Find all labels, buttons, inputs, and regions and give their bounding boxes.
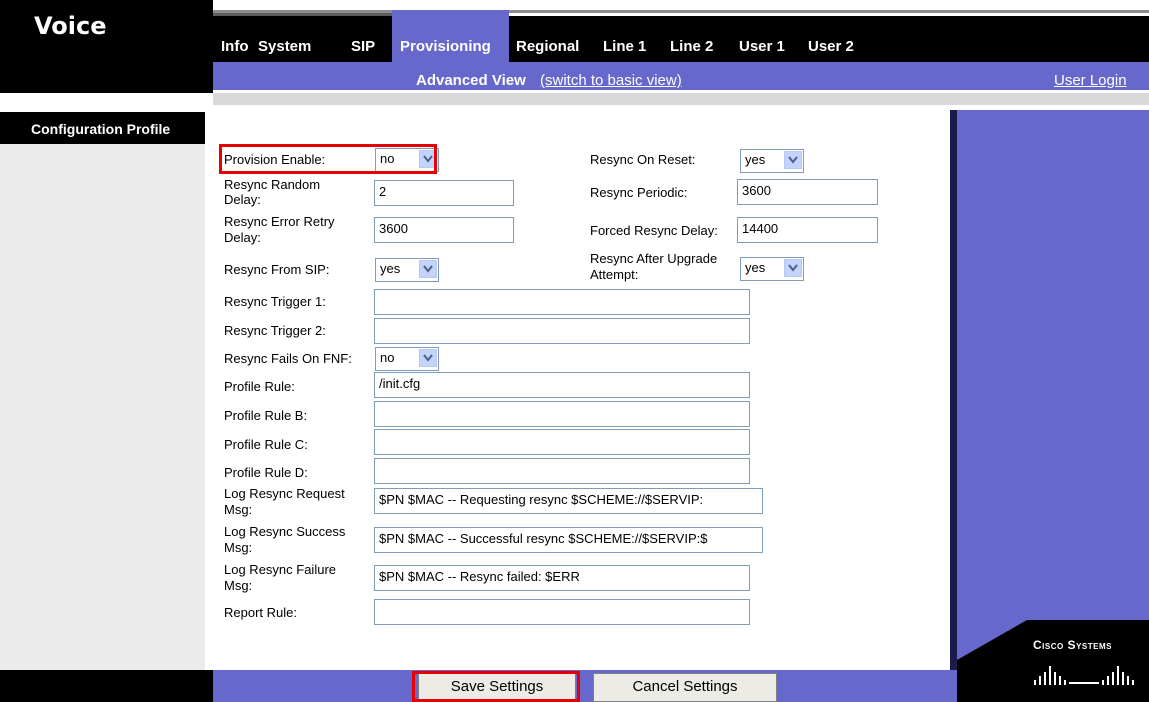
- tab-provisioning[interactable]: Provisioning: [400, 38, 491, 55]
- section-title: Configuration Profile: [31, 121, 171, 137]
- cisco-bridge-icon: [1034, 666, 1134, 685]
- right-panel-border: [950, 110, 957, 670]
- profile-rule-b-label: Profile Rule B:: [224, 408, 308, 423]
- left-sidebar: [0, 144, 205, 670]
- resync-after-upgrade-label-2: Attempt:: [590, 267, 639, 282]
- user-login-link[interactable]: User Login: [1054, 72, 1127, 89]
- chevron-down-icon: [784, 151, 802, 169]
- tab-system[interactable]: System: [258, 38, 311, 55]
- profile-rule-label: Profile Rule:: [224, 379, 295, 394]
- resync-random-delay-label-2: Delay:: [224, 192, 261, 207]
- log-resync-success-label-2: Msg:: [224, 540, 253, 555]
- resync-error-retry-delay-input[interactable]: 3600: [374, 217, 514, 243]
- resync-after-upgrade-value: yes: [745, 260, 766, 275]
- chevron-down-icon: [419, 349, 437, 367]
- switch-view-link[interactable]: (switch to basic view): [540, 72, 682, 89]
- log-resync-failure-label-1: Log Resync Failure: [224, 562, 336, 577]
- resync-periodic-input[interactable]: 3600: [737, 179, 878, 205]
- report-rule-input[interactable]: [374, 599, 750, 625]
- resync-error-retry-delay-label-2: Delay:: [224, 230, 261, 245]
- header-left-block: [0, 0, 213, 93]
- chevron-down-icon: [784, 259, 802, 277]
- app-title: Voice: [34, 12, 107, 40]
- resync-fails-on-fnf-label: Resync Fails On FNF:: [224, 351, 352, 366]
- log-resync-request-label-2: Msg:: [224, 502, 253, 517]
- forced-resync-delay-input[interactable]: 14400: [737, 217, 878, 243]
- resync-fails-on-fnf-select[interactable]: no: [375, 347, 439, 371]
- right-panel: [957, 110, 1149, 670]
- footer-bar: [213, 670, 957, 702]
- log-resync-request-label-1: Log Resync Request: [224, 486, 345, 501]
- report-rule-label: Report Rule:: [224, 605, 297, 620]
- tab-line-1[interactable]: Line 1: [603, 38, 646, 55]
- resync-on-reset-select[interactable]: yes: [740, 149, 804, 173]
- resync-trigger-1-label: Resync Trigger 1:: [224, 294, 326, 309]
- profile-rule-c-label: Profile Rule C:: [224, 437, 308, 452]
- tab-sip[interactable]: SIP: [351, 38, 375, 55]
- resync-after-upgrade-label-1: Resync After Upgrade: [590, 251, 718, 266]
- tab-user-1[interactable]: User 1: [739, 38, 785, 55]
- provision-enable-highlight: [219, 144, 437, 174]
- resync-from-sip-label: Resync From SIP:: [224, 262, 330, 277]
- tab-line-2[interactable]: Line 2: [670, 38, 713, 55]
- profile-rule-d-input[interactable]: [374, 458, 750, 484]
- logo-wedge: [957, 620, 1027, 660]
- header-divider-left: [0, 93, 213, 105]
- resync-periodic-label: Resync Periodic:: [590, 185, 688, 200]
- log-resync-failure-label-2: Msg:: [224, 578, 253, 593]
- log-resync-failure-input[interactable]: $PN $MAC -- Resync failed: $ERR: [374, 565, 750, 591]
- cisco-logo-text: Cisco Systems: [1033, 638, 1112, 652]
- tab-regional[interactable]: Regional: [516, 38, 579, 55]
- profile-rule-b-input[interactable]: [374, 401, 750, 427]
- profile-rule-d-label: Profile Rule D:: [224, 465, 308, 480]
- resync-after-upgrade-select[interactable]: yes: [740, 257, 804, 281]
- footer-left-block: [0, 670, 213, 702]
- resync-on-reset-label: Resync On Reset:: [590, 152, 696, 167]
- profile-rule-input[interactable]: /init.cfg: [374, 372, 750, 398]
- tab-user-2[interactable]: User 2: [808, 38, 854, 55]
- save-settings-highlight: [412, 671, 580, 702]
- tab-info[interactable]: Info: [221, 38, 249, 55]
- chevron-down-icon: [419, 260, 437, 278]
- log-resync-success-input[interactable]: $PN $MAC -- Successful resync $SCHEME://…: [374, 527, 763, 553]
- resync-trigger-2-input[interactable]: [374, 318, 750, 344]
- resync-trigger-2-label: Resync Trigger 2:: [224, 323, 326, 338]
- log-resync-success-label-1: Log Resync Success: [224, 524, 346, 539]
- forced-resync-delay-label: Forced Resync Delay:: [590, 223, 718, 238]
- cancel-settings-button[interactable]: Cancel Settings: [593, 673, 777, 702]
- resync-trigger-1-input[interactable]: [374, 289, 750, 315]
- view-mode-label: Advanced View: [416, 72, 526, 89]
- resync-on-reset-value: yes: [745, 152, 766, 167]
- resync-error-retry-delay-label-1: Resync Error Retry: [224, 214, 335, 229]
- resync-from-sip-value: yes: [380, 261, 401, 276]
- resync-from-sip-select[interactable]: yes: [375, 258, 439, 282]
- profile-rule-c-input[interactable]: [374, 429, 750, 455]
- resync-fails-on-fnf-value: no: [380, 350, 395, 365]
- resync-random-delay-label-1: Resync Random: [224, 177, 321, 192]
- log-resync-request-input[interactable]: $PN $MAC -- Requesting resync $SCHEME://…: [374, 488, 763, 514]
- resync-random-delay-input[interactable]: 2: [374, 180, 514, 206]
